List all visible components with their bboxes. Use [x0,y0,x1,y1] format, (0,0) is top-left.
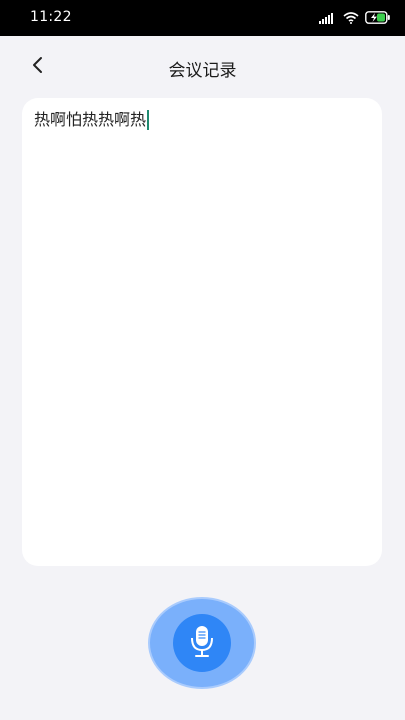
signal-icon [319,9,337,28]
note-text: 热啊怕热热啊热 [34,110,147,129]
text-cursor [147,110,150,130]
status-icons [319,10,391,26]
note-text-area[interactable]: 热啊怕热热啊热 [34,110,150,130]
header: 会议记录 [0,36,405,98]
status-time: 11:22 [30,9,72,25]
note-card[interactable]: 热啊怕热热啊热 [22,98,382,566]
record-button-inner [173,614,231,672]
page-title: 会议记录 [168,61,237,81]
wifi-icon [343,9,359,28]
status-bar: 11:22 [0,0,405,36]
battery-charging-icon [365,9,391,28]
microphone-icon [189,624,215,662]
record-button[interactable] [148,597,256,689]
